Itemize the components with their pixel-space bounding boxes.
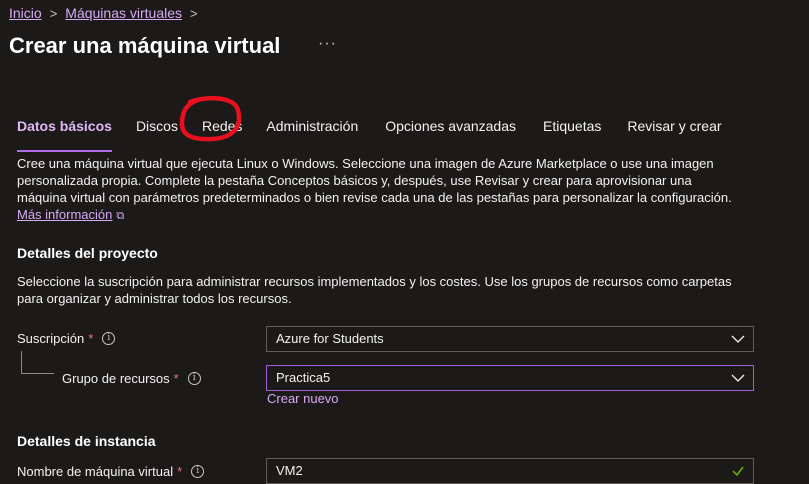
project-details-heading: Detalles del proyecto bbox=[17, 245, 158, 261]
intro-description: Cree una máquina virtual que ejecuta Lin… bbox=[17, 155, 737, 225]
chevron-right-icon: > bbox=[49, 5, 58, 21]
intro-text: Cree una máquina virtual que ejecuta Lin… bbox=[17, 156, 732, 205]
subscription-label: Suscripción bbox=[17, 331, 85, 346]
tab-etiquetas[interactable]: Etiquetas bbox=[543, 111, 601, 147]
tab-revisar-y-crear[interactable]: Revisar y crear bbox=[627, 111, 721, 147]
tab-redes[interactable]: Redes bbox=[202, 111, 242, 147]
breadcrumb-maquinas-virtuales[interactable]: Máquinas virtuales bbox=[65, 5, 182, 21]
vm-name-input[interactable]: VM2 bbox=[266, 458, 754, 484]
valid-check-icon bbox=[732, 466, 744, 477]
info-icon[interactable]: i bbox=[102, 332, 116, 345]
resource-group-label-row: Grupo de recursos * i bbox=[62, 371, 201, 386]
breadcrumb: Inicio > Máquinas virtuales > bbox=[9, 5, 198, 21]
chevron-down-icon bbox=[731, 335, 745, 343]
info-icon[interactable]: i bbox=[187, 372, 201, 385]
tab-administracion[interactable]: Administración bbox=[266, 111, 358, 147]
more-options-icon[interactable]: ··· bbox=[318, 35, 337, 53]
required-marker: * bbox=[177, 464, 183, 479]
tab-bar: Datos básicos Discos Redes Administració… bbox=[17, 111, 722, 152]
more-info-link[interactable]: Más información bbox=[17, 207, 112, 222]
chevron-right-icon: > bbox=[190, 5, 198, 21]
project-details-text: Seleccione la suscripción para administr… bbox=[17, 274, 732, 306]
subscription-select[interactable]: Azure for Students bbox=[266, 326, 754, 352]
breadcrumb-inicio[interactable]: Inicio bbox=[9, 5, 42, 21]
info-icon[interactable]: i bbox=[191, 465, 205, 478]
tree-connector bbox=[21, 351, 54, 374]
create-new-resource-group-link[interactable]: Crear nuevo bbox=[267, 391, 339, 406]
chevron-down-icon bbox=[731, 374, 745, 382]
page-title: Crear una máquina virtual bbox=[9, 33, 281, 58]
resource-group-value: Practica5 bbox=[276, 370, 331, 385]
instance-details-heading: Detalles de instancia bbox=[17, 433, 156, 449]
tab-discos[interactable]: Discos bbox=[136, 111, 178, 147]
subscription-value: Azure for Students bbox=[276, 331, 384, 346]
resource-group-label: Grupo de recursos bbox=[62, 371, 170, 386]
vm-name-value: VM2 bbox=[276, 463, 303, 478]
required-marker: * bbox=[88, 331, 94, 346]
vm-name-label-row: Nombre de máquina virtual * i bbox=[17, 464, 205, 479]
subscription-label-row: Suscripción * i bbox=[17, 331, 116, 346]
external-link-icon: ⧉ bbox=[116, 210, 125, 222]
vm-name-label: Nombre de máquina virtual bbox=[17, 464, 174, 479]
tab-datos-basicos[interactable]: Datos básicos bbox=[17, 111, 112, 152]
resource-group-select[interactable]: Practica5 bbox=[266, 365, 754, 391]
tab-opciones-avanzadas[interactable]: Opciones avanzadas bbox=[385, 111, 516, 147]
required-marker: * bbox=[173, 371, 179, 386]
